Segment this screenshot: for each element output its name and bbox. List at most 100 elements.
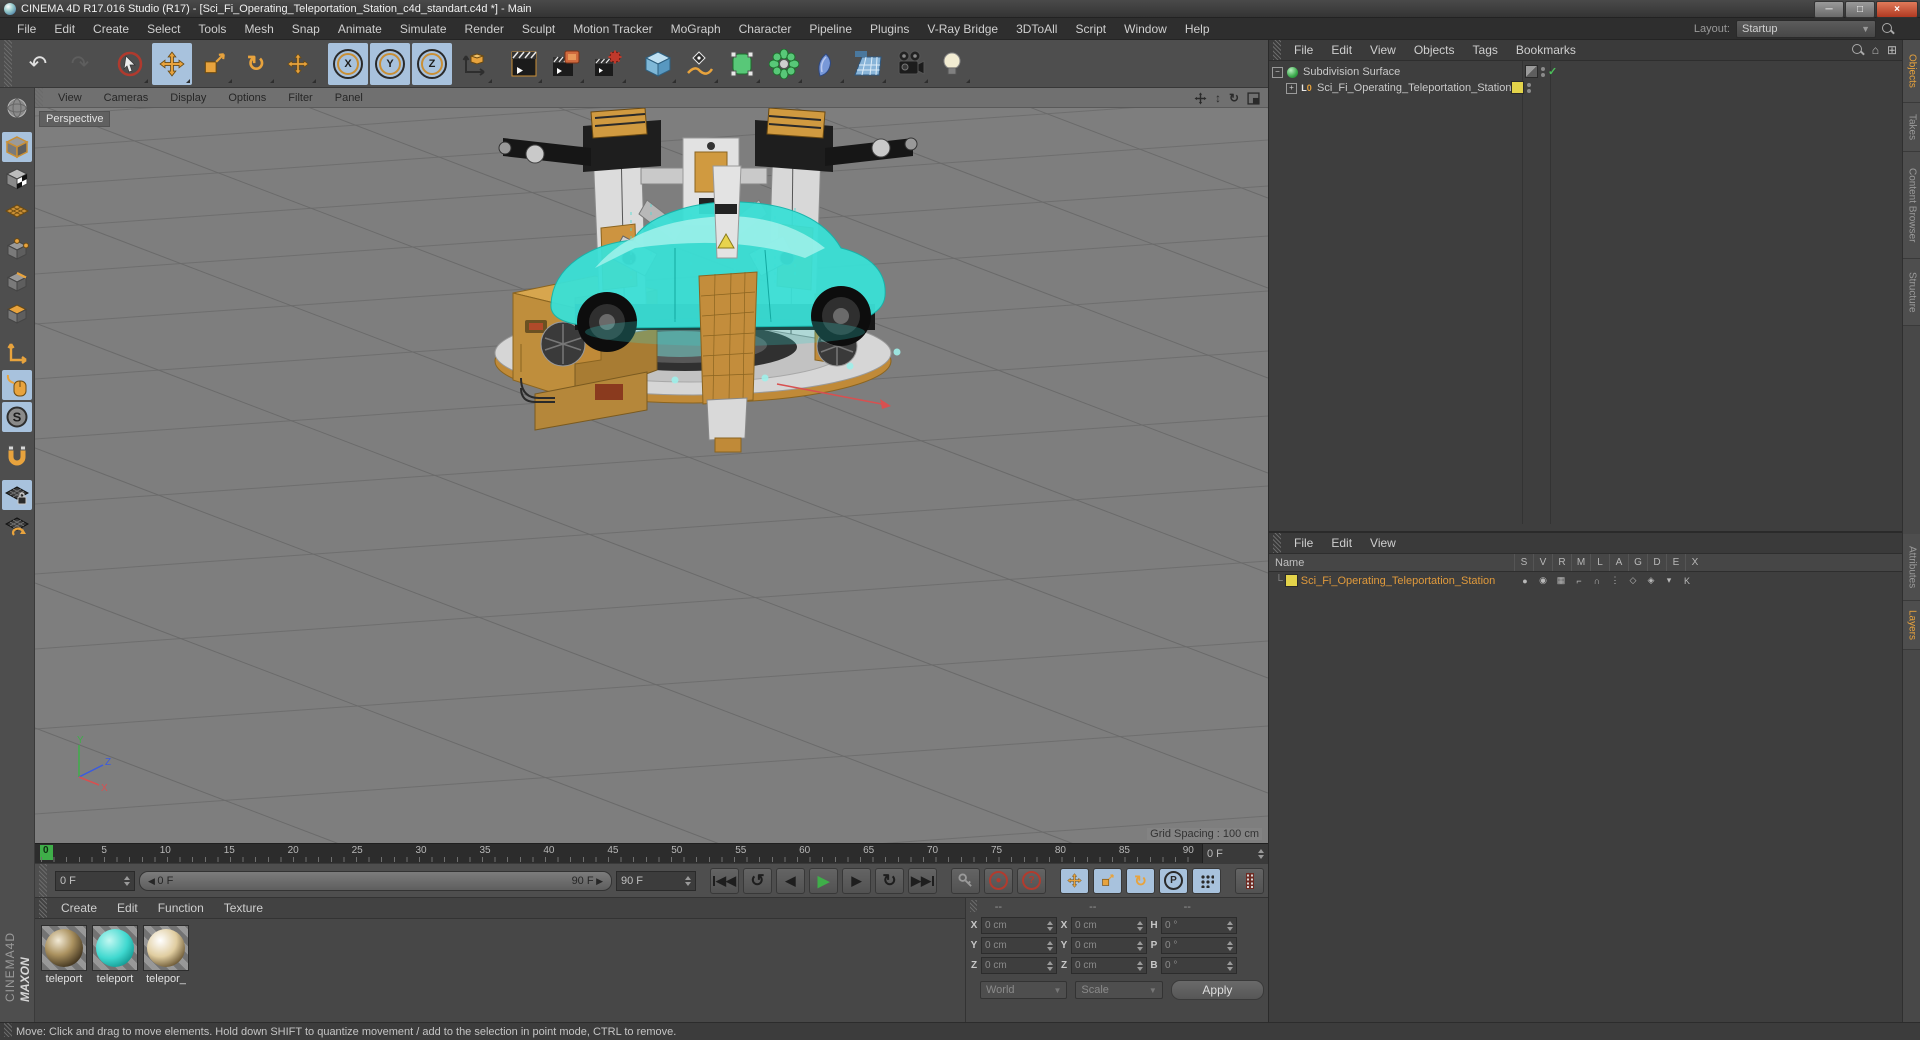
apply-button[interactable]: Apply	[1170, 980, 1264, 1000]
record-keyframe-button[interactable]	[951, 867, 980, 894]
position-z-field[interactable]: 0 cm	[981, 957, 1057, 974]
material-item[interactable]: teleport	[41, 925, 87, 985]
om-grip[interactable]	[1273, 40, 1281, 60]
toggle-view-icon[interactable]	[1247, 91, 1260, 105]
goto-start-button[interactable]: ◀◀	[710, 867, 739, 894]
lock-y-axis-button[interactable]: Y	[370, 42, 410, 85]
rotation-b-field[interactable]: 0 °	[1161, 957, 1237, 974]
object-row-station[interactable]: + L0 Sci_Fi_Operating_Teleportation_Stat…	[1269, 80, 1903, 96]
frame-range-slider[interactable]: ◀ 0 F 90 F ▶	[139, 870, 612, 891]
tab-takes[interactable]: Takes	[1903, 103, 1920, 152]
tab-content-browser[interactable]: Content Browser	[1903, 152, 1920, 259]
om-search-icon[interactable]	[1851, 44, 1864, 56]
vp-menu-filter[interactable]: Filter	[277, 92, 323, 104]
layer-tag-icon[interactable]	[1525, 65, 1538, 78]
mat-menu-edit[interactable]: Edit	[107, 901, 148, 915]
live-selection-tool[interactable]	[110, 43, 150, 85]
enable-axis-button[interactable]	[2, 338, 32, 368]
object-label[interactable]: Sci_Fi_Operating_Teleportation_Station	[1317, 82, 1511, 94]
menu-mograph[interactable]: MoGraph	[662, 22, 730, 36]
move-tool[interactable]	[152, 42, 192, 85]
object-row-subdivision-surface[interactable]: − Subdivision Surface ✓	[1269, 64, 1903, 80]
lm-menu-file[interactable]: File	[1285, 536, 1322, 550]
size-x-field[interactable]: 0 cm	[1071, 917, 1147, 934]
menu-pipeline[interactable]: Pipeline	[800, 22, 861, 36]
material-preview-sphere[interactable]	[92, 925, 138, 971]
mat-menu-create[interactable]: Create	[51, 901, 107, 915]
toolbar-grip[interactable]	[4, 40, 12, 87]
om-menu-view[interactable]: View	[1361, 43, 1405, 57]
timeline-ruler[interactable]: 05 10 15 20 25 30 35 40 45 50 55 60 65 70 75 80…	[35, 843, 1268, 863]
menu-animate[interactable]: Animate	[329, 22, 391, 36]
layer-toggle-icons[interactable]: ● ◉ ▦ ⌐ ∩ ⋮ ◇ ◈ ▾ K	[1516, 572, 1696, 589]
end-frame-field[interactable]: 90 F	[616, 870, 696, 891]
rotation-h-field[interactable]: 0 °	[1161, 917, 1237, 934]
workplane-mode-button[interactable]	[2, 196, 32, 226]
tab-layers[interactable]: Layers	[1903, 601, 1920, 650]
vp-menu-options[interactable]: Options	[217, 92, 277, 104]
next-frame-button[interactable]: ▶	[842, 867, 871, 894]
rotate-view-icon[interactable]: ↻	[1229, 91, 1239, 105]
menu-edit[interactable]: Edit	[45, 22, 84, 36]
zoom-view-icon[interactable]: ↕	[1215, 91, 1221, 105]
menu-motion-tracker[interactable]: Motion Tracker	[564, 22, 661, 36]
render-view-button[interactable]	[504, 43, 544, 85]
undo-button[interactable]: ↶	[18, 43, 58, 85]
position-y-field[interactable]: 0 cm	[981, 937, 1057, 954]
mat-menu-function[interactable]: Function	[148, 901, 214, 915]
om-menu-objects[interactable]: Objects	[1405, 43, 1464, 57]
visibility-dots[interactable]	[1527, 82, 1531, 93]
collapse-icon[interactable]: −	[1272, 66, 1283, 78]
om-add-bookmark-icon[interactable]: ⊞	[1887, 43, 1897, 57]
lm-menu-edit[interactable]: Edit	[1322, 536, 1361, 550]
autokey-button[interactable]: ●	[984, 867, 1013, 894]
lock-x-axis-button[interactable]: X	[328, 42, 368, 85]
coordinate-system-dropdown[interactable]: World ▼	[980, 981, 1068, 999]
model-mode-button[interactable]	[2, 132, 32, 162]
spline-pen-button[interactable]	[680, 43, 720, 85]
transport-grip[interactable]	[39, 864, 47, 897]
current-frame-box[interactable]: 0 F	[1202, 844, 1268, 863]
om-menu-file[interactable]: File	[1285, 43, 1322, 57]
material-preview-sphere[interactable]	[41, 925, 87, 971]
coords-grip[interactable]	[970, 900, 977, 912]
goto-end-button[interactable]: ▶▶	[908, 867, 937, 894]
deformer-button[interactable]	[806, 43, 846, 85]
menu-3dtoall[interactable]: 3DToAll	[1007, 22, 1066, 36]
size-z-field[interactable]: 0 cm	[1071, 957, 1147, 974]
menu-sculpt[interactable]: Sculpt	[513, 22, 564, 36]
edges-mode-button[interactable]	[2, 267, 32, 297]
menu-character[interactable]: Character	[730, 22, 801, 36]
size-y-field[interactable]: 0 cm	[1071, 937, 1147, 954]
current-frame-spinner[interactable]	[124, 875, 130, 886]
floor-environment-button[interactable]	[848, 43, 888, 85]
play-button[interactable]: ▶	[809, 867, 838, 894]
polygons-mode-button[interactable]	[2, 299, 32, 329]
previous-frame-button[interactable]: ◀	[776, 867, 805, 894]
material-preview-sphere[interactable]	[143, 925, 189, 971]
render-to-picture-viewer-button[interactable]	[546, 43, 586, 85]
menu-file[interactable]: File	[8, 22, 45, 36]
render-settings-button[interactable]	[588, 43, 628, 85]
menu-vray-bridge[interactable]: V-Ray Bridge	[918, 22, 1007, 36]
workplane-lock-button[interactable]	[2, 480, 32, 510]
tweak-mode-button[interactable]	[2, 370, 32, 400]
scale-tool[interactable]	[194, 43, 234, 85]
menu-window[interactable]: Window	[1115, 22, 1176, 36]
lm-grip[interactable]	[1273, 533, 1281, 553]
vp-menu-panel[interactable]: Panel	[324, 92, 374, 104]
viewport-grip[interactable]	[35, 88, 43, 107]
key-pla-toggle[interactable]	[1192, 867, 1221, 894]
lock-z-axis-button[interactable]: Z	[412, 42, 452, 85]
timeline-track[interactable]: 05 10 15 20 25 30 35 40 45 50 55 60 65 70 75 80…	[35, 844, 1202, 863]
rotation-p-field[interactable]: 0 °	[1161, 937, 1237, 954]
material-item[interactable]: teleport	[92, 925, 138, 985]
make-editable-button[interactable]	[2, 93, 32, 123]
menu-simulate[interactable]: Simulate	[391, 22, 456, 36]
material-tag-icon[interactable]	[1511, 81, 1524, 94]
points-mode-button[interactable]	[2, 235, 32, 265]
om-menu-bookmarks[interactable]: Bookmarks	[1507, 43, 1585, 57]
menu-help[interactable]: Help	[1176, 22, 1219, 36]
menu-snap[interactable]: Snap	[283, 22, 329, 36]
layer-name[interactable]: Sci_Fi_Operating_Teleportation_Station	[1301, 575, 1495, 587]
